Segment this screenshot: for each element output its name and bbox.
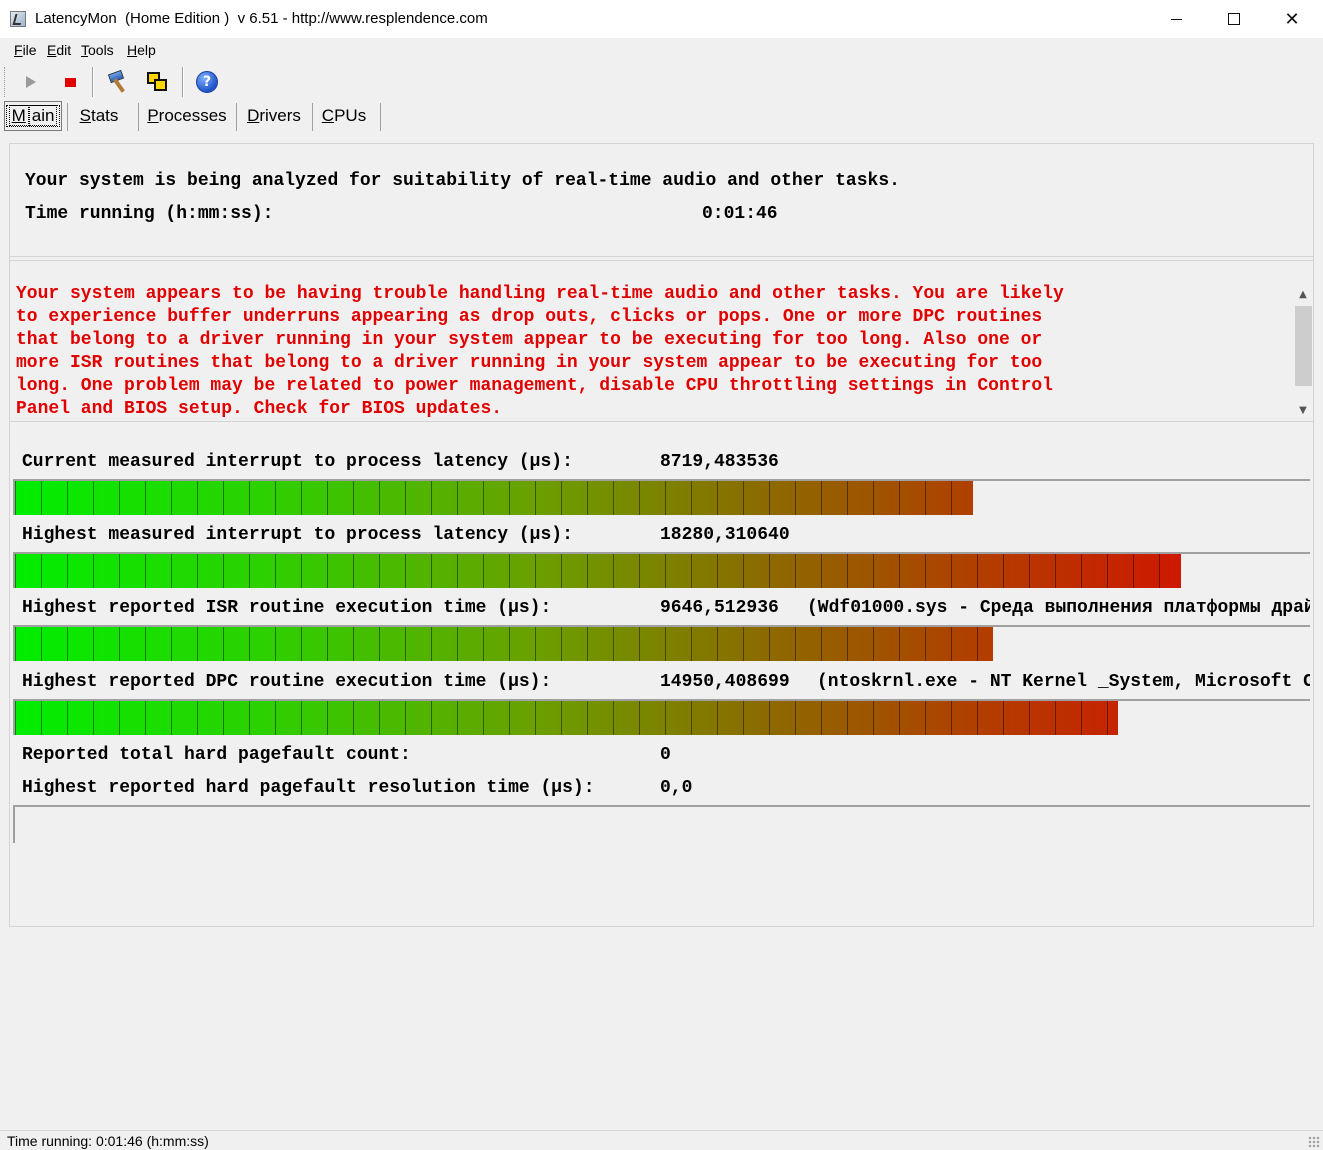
- status-text: Time running: 0:01:46 (h:mm:ss): [7, 1133, 209, 1149]
- tab-separator: [312, 103, 313, 131]
- maximize-icon: [1228, 13, 1240, 25]
- tab-strip: Main Stats Processes Drivers C PUs: [0, 101, 1323, 133]
- toolbar-separator: [182, 67, 184, 97]
- menu-bar: File Edit Tools Help: [0, 38, 1323, 62]
- analysis-box: Your system is being analyzed for suitab…: [10, 144, 1313, 257]
- tab-separator: [67, 103, 68, 131]
- title-bar: LatencyMon (Home Edition ) v 6.51 - http…: [0, 0, 1323, 38]
- scroll-down-icon[interactable]: ▼: [1293, 400, 1313, 420]
- dpc-driver: (ntoskrnl.exe - NT Kernel _System, Micro…: [817, 672, 1310, 692]
- pagefault-count-value: 0: [660, 745, 671, 765]
- toolbar-grip: [4, 67, 7, 97]
- dpc-label: Highest reported DPC routine execution t…: [22, 672, 552, 692]
- metrics-section: Current measured interrupt to process la…: [10, 427, 1313, 927]
- toolbar-separator: [92, 67, 94, 97]
- hammer-icon: [106, 69, 130, 94]
- resize-grip-icon[interactable]: [1308, 1136, 1320, 1148]
- warning-scrollbar[interactable]: ▲ ▼: [1293, 284, 1313, 420]
- current-latency-value: 8719,483536: [660, 452, 779, 472]
- highest-latency-bar-fill: [15, 554, 1181, 588]
- help-button[interactable]: ?: [193, 68, 221, 96]
- warning-text: Your system appears to be having trouble…: [16, 284, 1064, 419]
- stop-icon: [64, 77, 76, 87]
- time-running-label: Time running (h:mm:ss):: [25, 204, 274, 224]
- isr-value: 9646,512936: [660, 598, 779, 618]
- current-latency-label: Current measured interrupt to process la…: [22, 452, 573, 472]
- dpc-bar: [13, 699, 1310, 735]
- tab-processes[interactable]: Processes: [141, 101, 233, 131]
- analysis-headline: Your system is being analyzed for suitab…: [25, 171, 900, 191]
- menu-tools[interactable]: Tools: [81, 42, 114, 58]
- pagefault-time-label: Highest reported hard pagefault resoluti…: [22, 778, 595, 798]
- start-button[interactable]: [17, 68, 45, 96]
- settings-button[interactable]: [104, 68, 132, 96]
- minimize-icon: [1170, 18, 1182, 20]
- isr-bar: [13, 625, 1310, 661]
- current-latency-bar-fill: [15, 481, 973, 515]
- play-icon: [26, 76, 36, 88]
- isr-label: Highest reported ISR routine execution t…: [22, 598, 552, 618]
- app-icon: [10, 11, 26, 27]
- tab-main[interactable]: Main: [4, 101, 62, 131]
- highest-latency-value: 18280,310640: [660, 525, 790, 545]
- tab-separator: [236, 103, 237, 131]
- highest-latency-bar: [13, 552, 1310, 588]
- windows-icon: [146, 71, 168, 93]
- scroll-up-icon[interactable]: ▲: [1293, 284, 1313, 304]
- windows-button[interactable]: [143, 68, 171, 96]
- menu-help[interactable]: Help: [127, 42, 156, 58]
- isr-bar-fill: [15, 627, 993, 661]
- window-title: LatencyMon (Home Edition ) v 6.51 - http…: [35, 10, 488, 27]
- warning-box: Your system appears to be having trouble…: [10, 260, 1313, 422]
- scroll-thumb[interactable]: [1295, 306, 1312, 386]
- toolbar: ?: [0, 63, 1323, 101]
- tab-cpus[interactable]: C PUs: [315, 101, 373, 131]
- tab-stats[interactable]: Stats: [70, 101, 128, 131]
- help-icon: ?: [196, 71, 218, 93]
- pagefault-bar: [13, 805, 1310, 843]
- pagefault-count-label: Reported total hard pagefault count:: [22, 745, 411, 765]
- tab-drivers[interactable]: Drivers: [239, 101, 309, 131]
- dpc-bar-fill: [15, 701, 1118, 735]
- dpc-value: 14950,408699: [660, 672, 790, 692]
- close-icon: ✕: [1284, 8, 1300, 30]
- current-latency-bar: [13, 479, 1310, 515]
- main-panel: Your system is being analyzed for suitab…: [9, 143, 1314, 927]
- tab-separator: [380, 103, 381, 131]
- tab-separator: [138, 103, 139, 131]
- time-running-value: 0:01:46: [702, 204, 778, 224]
- minimize-button[interactable]: [1147, 0, 1205, 38]
- menu-file[interactable]: File: [14, 42, 37, 58]
- highest-latency-label: Highest measured interrupt to process la…: [22, 525, 573, 545]
- maximize-button[interactable]: [1205, 0, 1263, 38]
- stop-button[interactable]: [56, 68, 84, 96]
- menu-edit[interactable]: Edit: [47, 42, 71, 58]
- status-bar: Time running: 0:01:46 (h:mm:ss): [0, 1130, 1323, 1150]
- isr-driver: (Wdf01000.sys - Среда выполнения платфор…: [807, 598, 1310, 618]
- pagefault-time-value: 0,0: [660, 778, 693, 798]
- close-button[interactable]: ✕: [1263, 0, 1321, 38]
